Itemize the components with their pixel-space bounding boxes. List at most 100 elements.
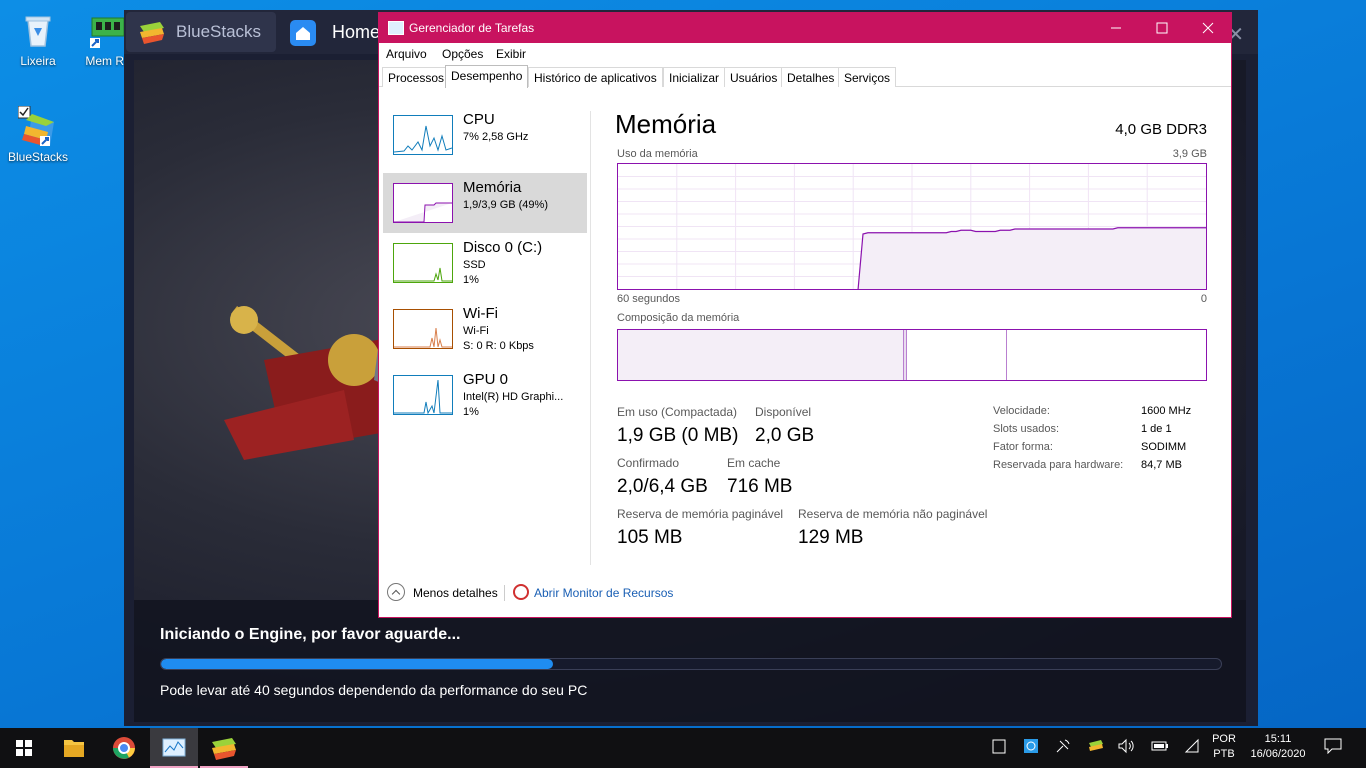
start-button[interactable]	[0, 728, 48, 768]
usage-area	[858, 227, 1206, 289]
sidebar-item-detail2: 1%	[463, 406, 479, 418]
nonpaged-pool-label: Reserva de memória não paginável	[798, 507, 988, 521]
sidebar-item-wifi[interactable]: Wi-Fi Wi-Fi S: 0 R: 0 Kbps	[383, 299, 587, 359]
tab-detalhes[interactable]: Detalhes	[781, 67, 841, 87]
wifi-icon[interactable]	[1184, 738, 1200, 758]
in-use-label: Em uso (Compactada)	[617, 405, 738, 419]
battery-icon[interactable]	[1151, 738, 1169, 758]
cpu-thumbnail	[393, 115, 453, 155]
clock[interactable]: 15:11 16/06/2020	[1246, 733, 1310, 760]
memory-chip-icon	[88, 10, 128, 50]
maximize-button[interactable]	[1139, 13, 1185, 43]
home-icon	[290, 20, 316, 46]
minimize-button[interactable]	[1093, 13, 1139, 43]
keyboard-language[interactable]: POR PTB	[1206, 733, 1242, 760]
taskbar: POR PTB 15:11 16/06/2020	[0, 728, 1366, 768]
tab-usuarios[interactable]: Usuários	[724, 67, 784, 87]
menu-exibir[interactable]: Exibir	[496, 47, 526, 61]
taskbar-bluestacks[interactable]	[200, 728, 248, 768]
home-tab-label: Home	[332, 22, 381, 42]
taskbar-task-manager[interactable]	[150, 728, 198, 768]
notifications-icon[interactable]	[1324, 738, 1342, 758]
menu-bar: Arquivo Opções Exibir	[379, 43, 1231, 65]
form-factor-value: SODIMM	[1141, 441, 1187, 453]
tab-processos[interactable]: Processos	[382, 67, 451, 87]
memory-usage-graph	[617, 163, 1207, 290]
resource-monitor-icon	[513, 584, 529, 600]
tray-network-app-icon[interactable]	[1023, 738, 1039, 758]
graph-time-left: 60 segundos	[617, 293, 680, 305]
composition-segment	[906, 330, 1007, 380]
loading-message: Iniciando o Engine, por favor aguarde...	[160, 626, 461, 643]
committed-label: Confirmado	[617, 456, 680, 470]
memory-thumbnail	[393, 183, 453, 223]
sidebar-item-gpu[interactable]: GPU 0 Intel(R) HD Graphi... 1%	[383, 365, 587, 425]
usage-graph-max: 3,9 GB	[1172, 148, 1207, 160]
sidebar-item-disk[interactable]: Disco 0 (C:) SSD 1%	[383, 233, 587, 293]
taskbar-chrome[interactable]	[100, 728, 148, 768]
tab-historico[interactable]: Histórico de aplicativos	[528, 67, 663, 87]
sidebar-item-name: Wi-Fi	[463, 305, 498, 322]
fewer-details-link[interactable]: Menos detalhes	[413, 586, 498, 600]
sidebar-item-name: CPU	[463, 111, 495, 128]
loading-progress-bar	[160, 658, 1222, 670]
tray-notes-icon[interactable]	[992, 738, 1006, 758]
cached-label: Em cache	[727, 456, 781, 470]
chevron-up-icon[interactable]	[387, 583, 405, 601]
sidebar-item-name: GPU 0	[463, 371, 509, 388]
bluestacks-tab[interactable]: BlueStacks	[126, 12, 276, 52]
available-label: Disponível	[755, 405, 812, 419]
slots-key: Slots usados:	[993, 423, 1060, 435]
sidebar-item-detail2: 1%	[463, 274, 479, 286]
task-manager-icon	[162, 738, 186, 757]
recycle-bin-desktop-icon[interactable]: Lixeira	[0, 10, 76, 68]
clock-time: 15:11	[1264, 733, 1292, 745]
sidebar-item-detail: Wi-Fi	[463, 325, 489, 337]
tray-satellite-icon[interactable]	[1055, 738, 1071, 758]
tab-desempenho[interactable]: Desempenho	[445, 65, 529, 88]
tab-servicos[interactable]: Serviços	[838, 67, 897, 87]
bluestacks-tab-label: BlueStacks	[176, 22, 262, 41]
gpu-thumbnail	[393, 375, 453, 415]
bluestacks-desktop-icon[interactable]: BlueStacks	[0, 105, 76, 164]
composition-segment	[1006, 330, 1206, 380]
bluestacks-icon	[17, 105, 58, 146]
recycle-bin-icon	[18, 10, 58, 50]
available-value: 2,0 GB	[755, 425, 815, 446]
hardware-reserved-value: 84,7 MB	[1141, 459, 1182, 471]
taskbar-file-explorer[interactable]	[50, 728, 98, 768]
open-resource-monitor-link[interactable]: Abrir Monitor de Recursos	[534, 586, 673, 600]
page-title: Memória	[615, 109, 717, 139]
memory-spec: 4,0 GB DDR3	[1115, 121, 1207, 138]
recycle-bin-label: Lixeira	[20, 54, 56, 68]
maximize-icon	[1156, 22, 1168, 34]
close-button[interactable]	[1185, 13, 1231, 43]
loading-panel: Iniciando o Engine, por favor aguarde...…	[134, 600, 1246, 722]
language-code: POR	[1212, 733, 1236, 745]
sidebar-item-name: Disco 0 (C:)	[463, 239, 543, 256]
task-manager-app-icon	[388, 21, 404, 35]
tray-bluestacks-icon[interactable]	[1088, 738, 1104, 758]
tab-inicializar[interactable]: Inicializar	[663, 67, 726, 87]
task-manager-titlebar[interactable]: Gerenciador de Tarefas	[379, 13, 1231, 43]
nonpaged-pool-value: 129 MB	[798, 527, 864, 548]
sidebar-item-detail: SSD	[463, 259, 486, 271]
menu-arquivo[interactable]: Arquivo	[386, 47, 427, 61]
sidebar-item-cpu[interactable]: CPU 7% 2,58 GHz	[383, 105, 587, 165]
speed-key: Velocidade:	[993, 405, 1050, 417]
committed-value: 2,0/6,4 GB	[617, 476, 708, 497]
sidebar-item-detail: Intel(R) HD Graphi...	[463, 391, 564, 403]
sidebar-item-memory[interactable]: Memória 1,9/3,9 GB (49%)	[383, 173, 587, 233]
disk-thumbnail	[393, 243, 453, 283]
volume-icon[interactable]	[1118, 738, 1136, 758]
menu-opcoes[interactable]: Opções	[442, 47, 483, 61]
in-use-value: 1,9 GB (0 MB)	[617, 425, 739, 446]
cached-value: 716 MB	[727, 476, 793, 497]
tab-bar: Processos Desempenho Histórico de aplica…	[379, 65, 1231, 88]
sidebar-item-detail: 7% 2,58 GHz	[463, 131, 529, 143]
keyboard-layout: PTB	[1213, 748, 1235, 760]
loading-subtext: Pode levar até 40 segundos dependendo da…	[160, 682, 588, 698]
bluestacks-logo-icon	[138, 20, 166, 44]
sidebar-item-detail2: S: 0 R: 0 Kbps	[463, 340, 534, 352]
clock-date: 16/06/2020	[1250, 748, 1306, 760]
